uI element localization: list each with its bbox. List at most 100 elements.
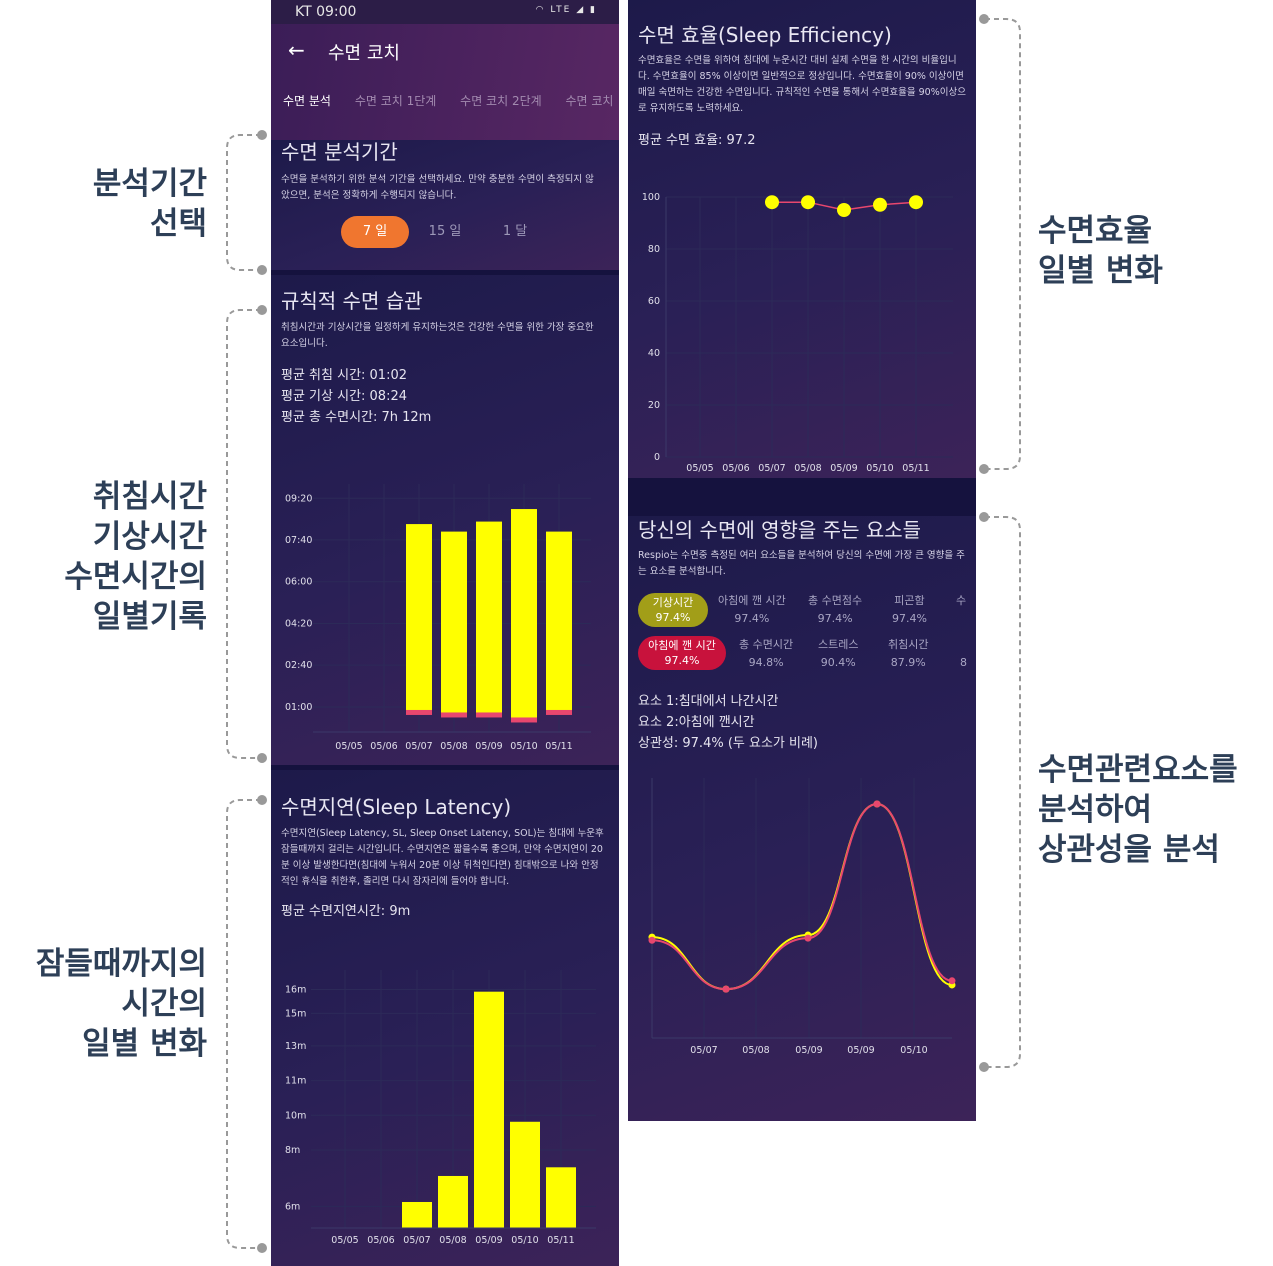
x-tick-label: 05/08 — [440, 741, 467, 752]
latency-description: 수면지연(Sleep Latency, SL, Sleep Onset Late… — [281, 828, 604, 887]
latency-bar — [474, 991, 504, 1228]
factor-chip-bedtime[interactable]: 취침시간 87.9% — [888, 636, 928, 672]
regular-title: 규칙적 수면 습관 — [281, 289, 423, 313]
x-tick-label: 05/10 — [900, 1045, 927, 1056]
tab-coach-step1[interactable]: 수면 코치 1단계 — [355, 92, 437, 109]
avg-wake-time: 평균 기상 시간: 08:24 — [281, 389, 408, 404]
x-tick-label: 05/11 — [902, 463, 929, 474]
period-option-7d[interactable]: 7 일 — [341, 216, 409, 248]
correlation-point — [722, 985, 730, 993]
y-tick-label: 20 — [648, 400, 660, 411]
sleep-bar — [406, 524, 432, 712]
x-tick-label: 05/07 — [403, 1235, 430, 1246]
x-tick-label: 05/06 — [367, 1235, 394, 1246]
factor-2-label: 요소 2:아침에 깬시간 — [638, 715, 755, 730]
period-option-15d[interactable]: 15 일 — [413, 216, 477, 248]
sleep-bar — [441, 531, 467, 715]
bedtime-marker — [546, 709, 572, 715]
x-tick-label: 05/07 — [690, 1045, 717, 1056]
y-tick-label: 100 — [642, 192, 660, 203]
y-tick-label: 60 — [648, 296, 660, 307]
network-label: LTE — [550, 5, 572, 15]
latency-bar-chart: 16m 15m 13m 11m 10m 8m 6m 05/05 05/06 05/07 05/08 0… — [285, 970, 596, 1246]
factors-title: 당신의 수면에 영향을 주는 요소들 — [638, 518, 922, 542]
x-tick-label: 05/11 — [545, 741, 572, 752]
carrier-time: KT 09:00 — [295, 4, 357, 20]
factors-description: Respio는 수면중 측정된 여러 요소들을 분석하여 당신의 수면에 가장 … — [638, 550, 965, 577]
x-tick-label: 05/09 — [795, 1045, 822, 1056]
regular-description: 취침시간과 기상시간을 일정하게 유지하는것은 건강한 수면을 위한 가장 중요… — [281, 322, 594, 349]
x-tick-label: 05/08 — [439, 1235, 466, 1246]
factor-chip-morning-awake[interactable]: 아침에 깬 시간 97.4% — [718, 592, 786, 628]
y-tick-label: 04:20 — [285, 619, 312, 630]
period-description: 수면을 분석하기 위한 분석 기간을 선택하세요. 만약 충분한 수면이 측정되… — [281, 174, 594, 201]
latency-bar — [546, 1167, 576, 1228]
avg-latency: 평균 수면지연시간: 9m — [281, 904, 411, 919]
phone-screen-right: 수면 효율(Sleep Efficiency) 수면효율은 수면을 위하여 침대… — [628, 0, 976, 1121]
x-tick-label: 05/07 — [758, 463, 785, 474]
x-tick-label: 05/10 — [511, 1235, 538, 1246]
annotation-efficiency-change: 수면효율 일별 변화 — [1038, 213, 1163, 289]
x-tick-label: 05/06 — [722, 463, 749, 474]
bedtime-marker — [441, 712, 467, 718]
correlation-line-1 — [651, 802, 953, 991]
efficiency-description: 수면효율은 수면을 위하여 침대에 누운시간 대비 실제 수면을 한 시간의 비… — [638, 55, 966, 114]
x-tick-label: 05/05 — [331, 1235, 358, 1246]
period-option-1m[interactable]: 1 달 — [483, 216, 547, 248]
factor-chip-cut-1[interactable]: 수 — [956, 592, 966, 610]
app-bar: ← 수면 코치 수면 분석 수면 코치 1단계 수면 코치 2단계 수면 코치 — [271, 24, 619, 140]
bracket-daily — [226, 305, 267, 763]
annotation-latency-change: 잠들때까지의 시간의 일별 변화 — [35, 946, 207, 1062]
bracket-period — [226, 130, 267, 275]
avg-bed-time: 평균 취침 시간: 01:02 — [281, 368, 408, 383]
signal-icon: ◢ — [576, 5, 586, 15]
correlation-line-chart: 05/07 05/08 05/09 05/09 05/10 — [648, 778, 956, 1056]
x-tick-label: 05/06 — [370, 741, 397, 752]
correlation-point — [804, 934, 812, 942]
bedtime-marker — [476, 712, 502, 718]
factor-chip-total-sleep[interactable]: 총 수면시간 94.8% — [739, 636, 793, 672]
y-tick-label: 6m — [285, 1201, 300, 1212]
signal-icons: ◠ LTE ◢ ▮ — [536, 5, 597, 15]
y-tick-label: 80 — [648, 244, 660, 255]
wifi-icon: ◠ — [535, 5, 546, 15]
back-arrow-icon[interactable]: ← — [288, 38, 305, 62]
efficiency-chart: 0 20 40 60 80 100 05/05 05/06 05/07 05/08 05/09 05/… — [642, 192, 953, 474]
bracket-correlation — [979, 512, 1021, 1072]
annotation-period-select: 분석기간 선택 — [92, 166, 207, 242]
x-tick-label: 05/09 — [475, 1235, 502, 1246]
latency-bar — [438, 1175, 468, 1228]
tab-sleep-analysis[interactable]: 수면 분석 — [283, 92, 331, 109]
y-tick-label: 01:00 — [285, 702, 312, 713]
efficiency-point — [873, 197, 887, 212]
factor-chip-wake-time[interactable]: 기상시간 97.4% — [638, 593, 708, 627]
y-tick-label: 07:40 — [285, 535, 312, 546]
factor-chip-total-score[interactable]: 총 수면점수 97.4% — [808, 592, 862, 628]
efficiency-point — [909, 195, 923, 210]
tab-coach-step2[interactable]: 수면 코치 2단계 — [460, 92, 542, 109]
factor-chip-cut-2[interactable]: 8 — [960, 654, 967, 672]
status-bar: KT 09:00 ◠ LTE ◢ ▮ — [271, 0, 619, 24]
factor-chip-fatigue[interactable]: 피곤함 97.4% — [892, 592, 927, 628]
page-title: 수면 코치 — [328, 43, 400, 64]
factor-chip-stress[interactable]: 스트레스 90.4% — [818, 636, 858, 672]
efficiency-title: 수면 효율(Sleep Efficiency) — [638, 23, 892, 47]
correlation-point — [873, 800, 881, 808]
factor-chip-morning-awake-selected[interactable]: 아침에 깬 시간 97.4% — [638, 636, 726, 670]
x-tick-label: 05/09 — [475, 741, 502, 752]
efficiency-point — [765, 195, 779, 210]
tab-bar: 수면 분석 수면 코치 1단계 수면 코치 2단계 수면 코치 — [283, 92, 619, 109]
tab-coach-more[interactable]: 수면 코치 — [566, 92, 614, 109]
battery-icon: ▮ — [590, 5, 597, 15]
y-tick-label: 02:40 — [285, 660, 312, 671]
bed-wake-bar-chart: 05/05 05/06 05/07 05/08 05/09 05/10 05/11 09:20… — [285, 484, 591, 752]
y-tick-label: 06:00 — [285, 577, 312, 588]
efficiency-point — [837, 203, 851, 217]
correlation-line-0 — [651, 802, 953, 991]
latency-title: 수면지연(Sleep Latency) — [281, 795, 512, 819]
avg-total-sleep: 평균 총 수면시간: 7h 12m — [281, 410, 432, 425]
y-tick-label: 0 — [654, 452, 660, 463]
annotation-daily-record: 취침시간 기상시간 수면시간의 일별기록 — [64, 479, 207, 635]
correlation-point — [648, 936, 656, 944]
x-tick-label: 05/09 — [847, 1045, 874, 1056]
